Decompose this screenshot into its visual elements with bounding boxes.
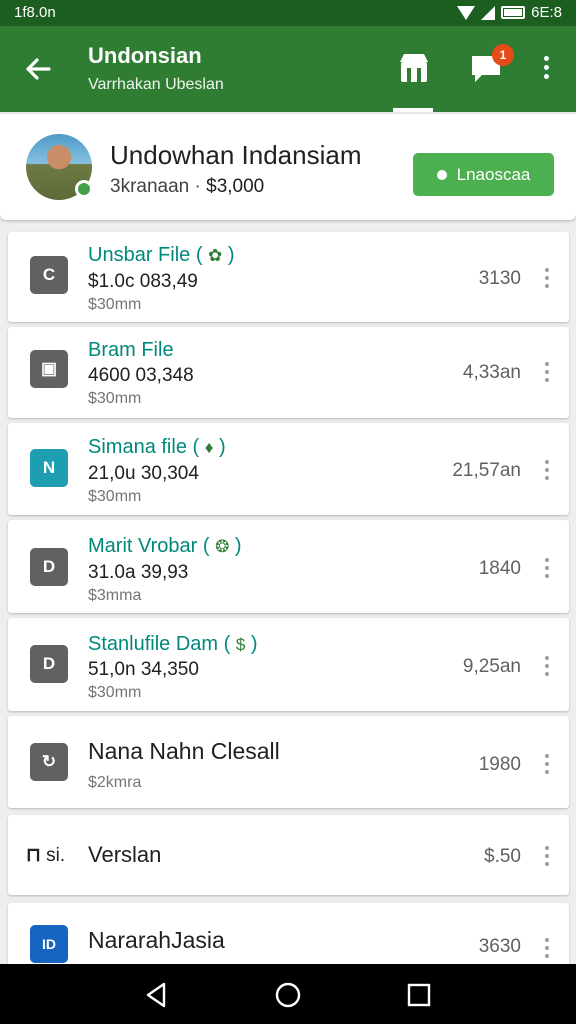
file-right-value: $.50 xyxy=(484,846,521,867)
profile-action-button[interactable]: Lnaoscaa xyxy=(413,153,554,196)
file-title[interactable]: Marit Vrobar ( ❂ ) xyxy=(88,535,242,558)
store-icon[interactable] xyxy=(396,48,432,88)
file-amount: 51,0n 34,350 xyxy=(88,659,199,680)
file-right-value: 21,57an xyxy=(452,460,521,481)
file-type-icon: ↻ xyxy=(30,743,68,781)
list-item[interactable]: ID NararahJasia 3630 xyxy=(8,903,569,973)
file-title[interactable]: Bram File xyxy=(88,339,174,362)
file-title[interactable]: Unsbar File ( ✿ ) xyxy=(88,244,235,267)
list-item[interactable]: ▣ Bram File 4600 03,348 $30mm 4,33an xyxy=(8,327,569,418)
more-vert-icon[interactable] xyxy=(539,936,555,958)
file-amount: $1.0c 083,49 xyxy=(88,271,198,292)
file-type-icon: ID xyxy=(30,925,68,963)
status-icons: 6E:8 xyxy=(457,4,562,21)
file-title-text: Unsbar File ( xyxy=(88,244,203,266)
profile-meta: 3kranaan · $3,000 xyxy=(110,176,264,198)
list-item[interactable]: N Simana file ( ♦ ) 21,0u 30,304 $30mm 2… xyxy=(8,423,569,515)
more-vert-icon[interactable] xyxy=(539,654,555,676)
file-title-text: Stanlufile Dam ( xyxy=(88,633,231,655)
file-sub: $3mma xyxy=(88,587,142,604)
file-title-text: Marit Vrobar ( xyxy=(88,535,210,557)
status-bar: 1f8.0n 6E:8 xyxy=(0,0,576,26)
file-title[interactable]: Nana Nahn Clesall xyxy=(88,738,280,765)
back-arrow-icon[interactable] xyxy=(22,53,54,85)
file-title[interactable]: Stanlufile Dam ( $ ) xyxy=(88,633,258,656)
row-prefix: ⊓ si. xyxy=(26,844,65,867)
file-right-value: 3130 xyxy=(478,268,521,289)
wifi-icon xyxy=(457,6,476,20)
file-sub: $30mm xyxy=(88,296,142,313)
battery-icon xyxy=(501,6,526,19)
nav-recents-icon[interactable] xyxy=(404,980,434,1010)
more-vert-icon[interactable] xyxy=(539,844,555,866)
file-right-value: 4,33an xyxy=(462,362,521,383)
status-right-text: 6E:8 xyxy=(531,4,562,21)
file-type-icon: ▣ xyxy=(30,350,68,388)
more-vert-icon[interactable] xyxy=(539,556,555,578)
nav-home-icon[interactable] xyxy=(273,980,303,1010)
file-sub: $30mm xyxy=(88,488,142,505)
file-small-icon: ⊓ xyxy=(26,845,41,866)
leaf-icon: ❂ xyxy=(215,537,230,556)
file-sub: $2kmra xyxy=(88,774,142,791)
online-status-icon xyxy=(75,180,93,198)
signal-icon xyxy=(481,5,496,20)
app-subtitle: Varrhakan Ubeslan xyxy=(88,76,224,93)
file-sub: $30mm xyxy=(88,390,142,407)
more-vert-icon[interactable] xyxy=(539,266,555,288)
tab-indicator xyxy=(393,108,433,112)
list-item[interactable]: ⊓ si. Verslan $.50 xyxy=(8,815,569,895)
file-right-value: 1840 xyxy=(478,558,521,579)
file-type-icon: D xyxy=(30,645,68,683)
profile-amount: $3,000 xyxy=(206,176,265,197)
file-sub: $30mm xyxy=(88,684,142,701)
leaf-icon: ♦ xyxy=(204,438,214,457)
list-item[interactable]: ↻ Nana Nahn Clesall $2kmra 1980 xyxy=(8,716,569,808)
status-time: 1f8.0n xyxy=(14,4,56,21)
file-title[interactable]: NararahJasia xyxy=(88,927,225,954)
file-right-value: 1980 xyxy=(478,754,521,775)
file-title-text: Simana file ( xyxy=(88,436,200,458)
more-vert-icon[interactable] xyxy=(539,360,555,382)
more-vert-icon[interactable] xyxy=(534,54,558,84)
file-type-icon: C xyxy=(30,256,68,294)
list-item[interactable]: D Marit Vrobar ( ❂ ) 31.0a 39,93 $3mma 1… xyxy=(8,520,569,613)
file-right-value: 3630 xyxy=(478,936,521,957)
app-bar: Undonsian Varrhakan Ubeslan 1 xyxy=(0,26,576,112)
row-prefix-text: si. xyxy=(46,845,66,866)
leaf-icon: ✿ xyxy=(208,246,223,265)
app-title: Undonsian xyxy=(88,43,202,68)
profile-card: Undowhan Indansiam 3kranaan · $3,000 Lna… xyxy=(0,114,576,220)
file-right-value: 9,25an xyxy=(462,656,521,677)
file-title[interactable]: Verslan xyxy=(88,842,161,868)
nav-back-icon[interactable] xyxy=(142,980,172,1010)
profile-name: Undowhan Indansiam xyxy=(110,140,362,170)
profile-meta-prefix: 3kranaan · xyxy=(110,176,201,197)
system-nav-bar xyxy=(0,964,576,1024)
more-vert-icon[interactable] xyxy=(539,752,555,774)
profile-action-label: Lnaoscaa xyxy=(456,164,531,184)
file-amount: 21,0u 30,304 xyxy=(88,463,199,484)
file-amount: 4600 03,348 xyxy=(88,365,194,386)
list-item[interactable]: D Stanlufile Dam ( $ ) 51,0n 34,350 $30m… xyxy=(8,618,569,711)
file-type-icon: D xyxy=(30,548,68,586)
notification-badge: 1 xyxy=(492,44,514,66)
leaf-icon: $ xyxy=(235,635,246,654)
action-dot-icon xyxy=(436,169,447,180)
file-title[interactable]: Simana file ( ♦ ) xyxy=(88,436,226,459)
file-amount: 31.0a 39,93 xyxy=(88,562,189,583)
file-type-icon: N xyxy=(30,449,68,487)
list-item[interactable]: C Unsbar File ( ✿ ) $1.0c 083,49 $30mm 3… xyxy=(8,232,569,322)
more-vert-icon[interactable] xyxy=(539,458,555,480)
